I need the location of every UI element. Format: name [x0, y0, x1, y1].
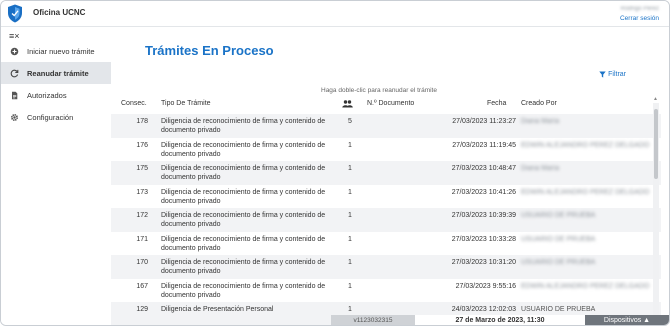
document-icon	[10, 91, 19, 100]
table-row[interactable]: 178 Diligencia de reconocimiento de firm…	[111, 114, 661, 138]
sidebar-item-configuracion[interactable]: Configuración	[1, 106, 111, 128]
cell-consec: 175	[136, 165, 148, 172]
cell-count: 1	[348, 259, 352, 266]
cell-consec: 172	[136, 212, 148, 219]
cell-tipo: Diligencia de reconocimiento de firma y …	[161, 188, 326, 205]
cell-consec: 170	[136, 259, 148, 266]
vertical-scrollbar[interactable]	[653, 103, 659, 315]
cell-tipo: Diligencia de reconocimiento de firma y …	[161, 259, 326, 275]
cell-tipo: Diligencia de reconocimiento de firma y …	[161, 118, 326, 134]
app-window: Oficina UCNC Rodrigo Perez Cerrar sesión…	[0, 0, 670, 326]
cell-creado: EDWIN ALEJANDRO PEREZ DELGADO	[521, 141, 650, 149]
sidebar-item-label: Iniciar nuevo trámite	[27, 46, 95, 56]
add-circle-icon	[10, 47, 19, 56]
cell-tipo: Diligencia de reconocimiento de firma y …	[161, 165, 326, 181]
cell-fecha: 27/03/2023 9:55:16	[455, 282, 516, 290]
cell-creado: EDWIN ALEJANDRO PEREZ DELGADO	[521, 282, 650, 290]
filter-label: Filtrar	[608, 71, 626, 78]
table-row[interactable]: 173 Diligencia de reconocimiento de firm…	[111, 185, 661, 209]
cell-tipo: Diligencia de reconocimiento de firma y …	[161, 212, 326, 228]
main-content: Trámites En Proceso Filtrar Haga doble-c…	[111, 28, 661, 325]
cell-consec: 171	[136, 235, 148, 243]
cell-consec: 178	[136, 118, 148, 125]
column-header-numero[interactable]: N.º Documento	[367, 100, 414, 107]
table-header: Consec. Tipo De Trámite N.º Documento Fe…	[111, 98, 661, 112]
shield-logo-icon	[8, 4, 22, 23]
sidebar-item-iniciar-nuevo-tramite[interactable]: Iniciar nuevo trámite	[1, 40, 111, 62]
filter-icon	[599, 71, 606, 78]
cell-count: 1	[348, 212, 352, 219]
gear-icon	[10, 113, 19, 122]
cell-count: 5	[348, 118, 352, 125]
scrollbar-thumb[interactable]	[654, 109, 658, 179]
column-header-fecha[interactable]: Fecha	[487, 100, 506, 107]
cell-creado: USUARIO DE PRUEBA	[521, 235, 596, 243]
cell-fecha: 27/03/2023 10:33:28	[451, 235, 516, 243]
table-row[interactable]: 172 Diligencia de reconocimiento de firm…	[111, 208, 661, 232]
cell-count: 1	[348, 188, 352, 196]
refresh-icon	[10, 69, 19, 78]
cell-tipo: Diligencia de reconocimiento de firma y …	[161, 141, 326, 158]
cell-count: 1	[348, 165, 352, 172]
cell-count: 1	[348, 235, 352, 243]
app-title: Oficina UCNC	[33, 8, 86, 17]
cell-consec: 176	[136, 141, 148, 149]
column-header-consec[interactable]: Consec.	[121, 100, 147, 107]
user-name: Rodrigo Perez	[620, 6, 659, 12]
sidebar-item-reanudar-tramite[interactable]: Reanudar trámite	[1, 62, 111, 84]
footer: v1123032315 27 de Marzo de 2023, 11:30 D…	[1, 315, 669, 325]
sidebar-item-label: Reanudar trámite	[27, 68, 89, 78]
cell-consec: 167	[136, 282, 148, 290]
cell-fecha: 27/03/2023 11:19:45	[452, 141, 516, 149]
people-icon[interactable]	[342, 100, 353, 110]
cell-fecha: 27/03/2023 11:23:27	[452, 118, 516, 125]
sidebar-item-label: Autorizados	[27, 90, 67, 100]
cell-creado: USUARIO DE PRUEBA	[521, 259, 596, 266]
cell-consec: 173	[136, 188, 148, 196]
resume-hint: Haga doble-clic para reanudar el trámite	[321, 87, 437, 94]
table-row[interactable]: 170 Diligencia de reconocimiento de firm…	[111, 255, 661, 279]
cell-tipo: Diligencia de Presentación Personal	[161, 306, 274, 313]
version-label: v1123032315	[331, 315, 415, 325]
datetime-label: 27 de Marzo de 2023, 11:30	[415, 315, 585, 325]
sidebar-item-autorizados[interactable]: Autorizados	[1, 84, 111, 106]
scroll-up-arrow-icon[interactable]: ▲	[653, 96, 658, 102]
cell-tipo: Diligencia de reconocimiento de firma y …	[161, 282, 326, 299]
cell-creado: USUARIO DE PRUEBA	[521, 212, 596, 219]
cell-count: 1	[348, 141, 352, 149]
page-title: Trámites En Proceso	[145, 43, 274, 58]
column-header-tipo[interactable]: Tipo De Trámite	[161, 100, 211, 107]
table-row[interactable]: 171 Diligencia de reconocimiento de firm…	[111, 232, 661, 256]
table-row[interactable]: 167 Diligencia de reconocimiento de firm…	[111, 279, 661, 303]
cell-creado: USUARIO DE PRUEBA	[521, 306, 596, 313]
cell-tipo: Diligencia de reconocimiento de firma y …	[161, 235, 326, 252]
cell-count: 1	[348, 306, 352, 313]
cell-fecha: 27/03/2023 10:39:39	[451, 212, 516, 219]
devices-button[interactable]: Dispositivos ▲	[585, 315, 669, 325]
header: Oficina UCNC Rodrigo Perez Cerrar sesión	[1, 1, 669, 27]
cell-fecha: 27/03/2023 10:41:26	[451, 188, 516, 196]
table-row[interactable]: 176 Diligencia de reconocimiento de firm…	[111, 138, 661, 162]
sidebar-item-label: Configuración	[27, 112, 74, 122]
column-header-creado[interactable]: Creado Por	[521, 100, 557, 107]
cell-consec: 129	[136, 306, 148, 313]
cell-fecha: 27/03/2023 10:31:20	[451, 259, 516, 266]
sidebar: ≡× Iniciar nuevo trámite Reanudar trámit…	[1, 28, 111, 325]
filter-button[interactable]: Filtrar	[599, 71, 626, 78]
cell-fecha: 24/03/2023 12:02:03	[451, 306, 516, 313]
cell-creado: EDWIN ALEJANDRO PEREZ DELGADO	[521, 188, 650, 196]
cell-fecha: 27/03/2023 10:48:47	[451, 165, 516, 172]
table-row[interactable]: 175 Diligencia de reconocimiento de firm…	[111, 161, 661, 185]
cell-count: 1	[348, 282, 352, 290]
cell-creado: Diana María	[521, 118, 560, 125]
logout-link[interactable]: Cerrar sesión	[620, 15, 659, 22]
cell-creado: Diana María	[521, 165, 560, 172]
